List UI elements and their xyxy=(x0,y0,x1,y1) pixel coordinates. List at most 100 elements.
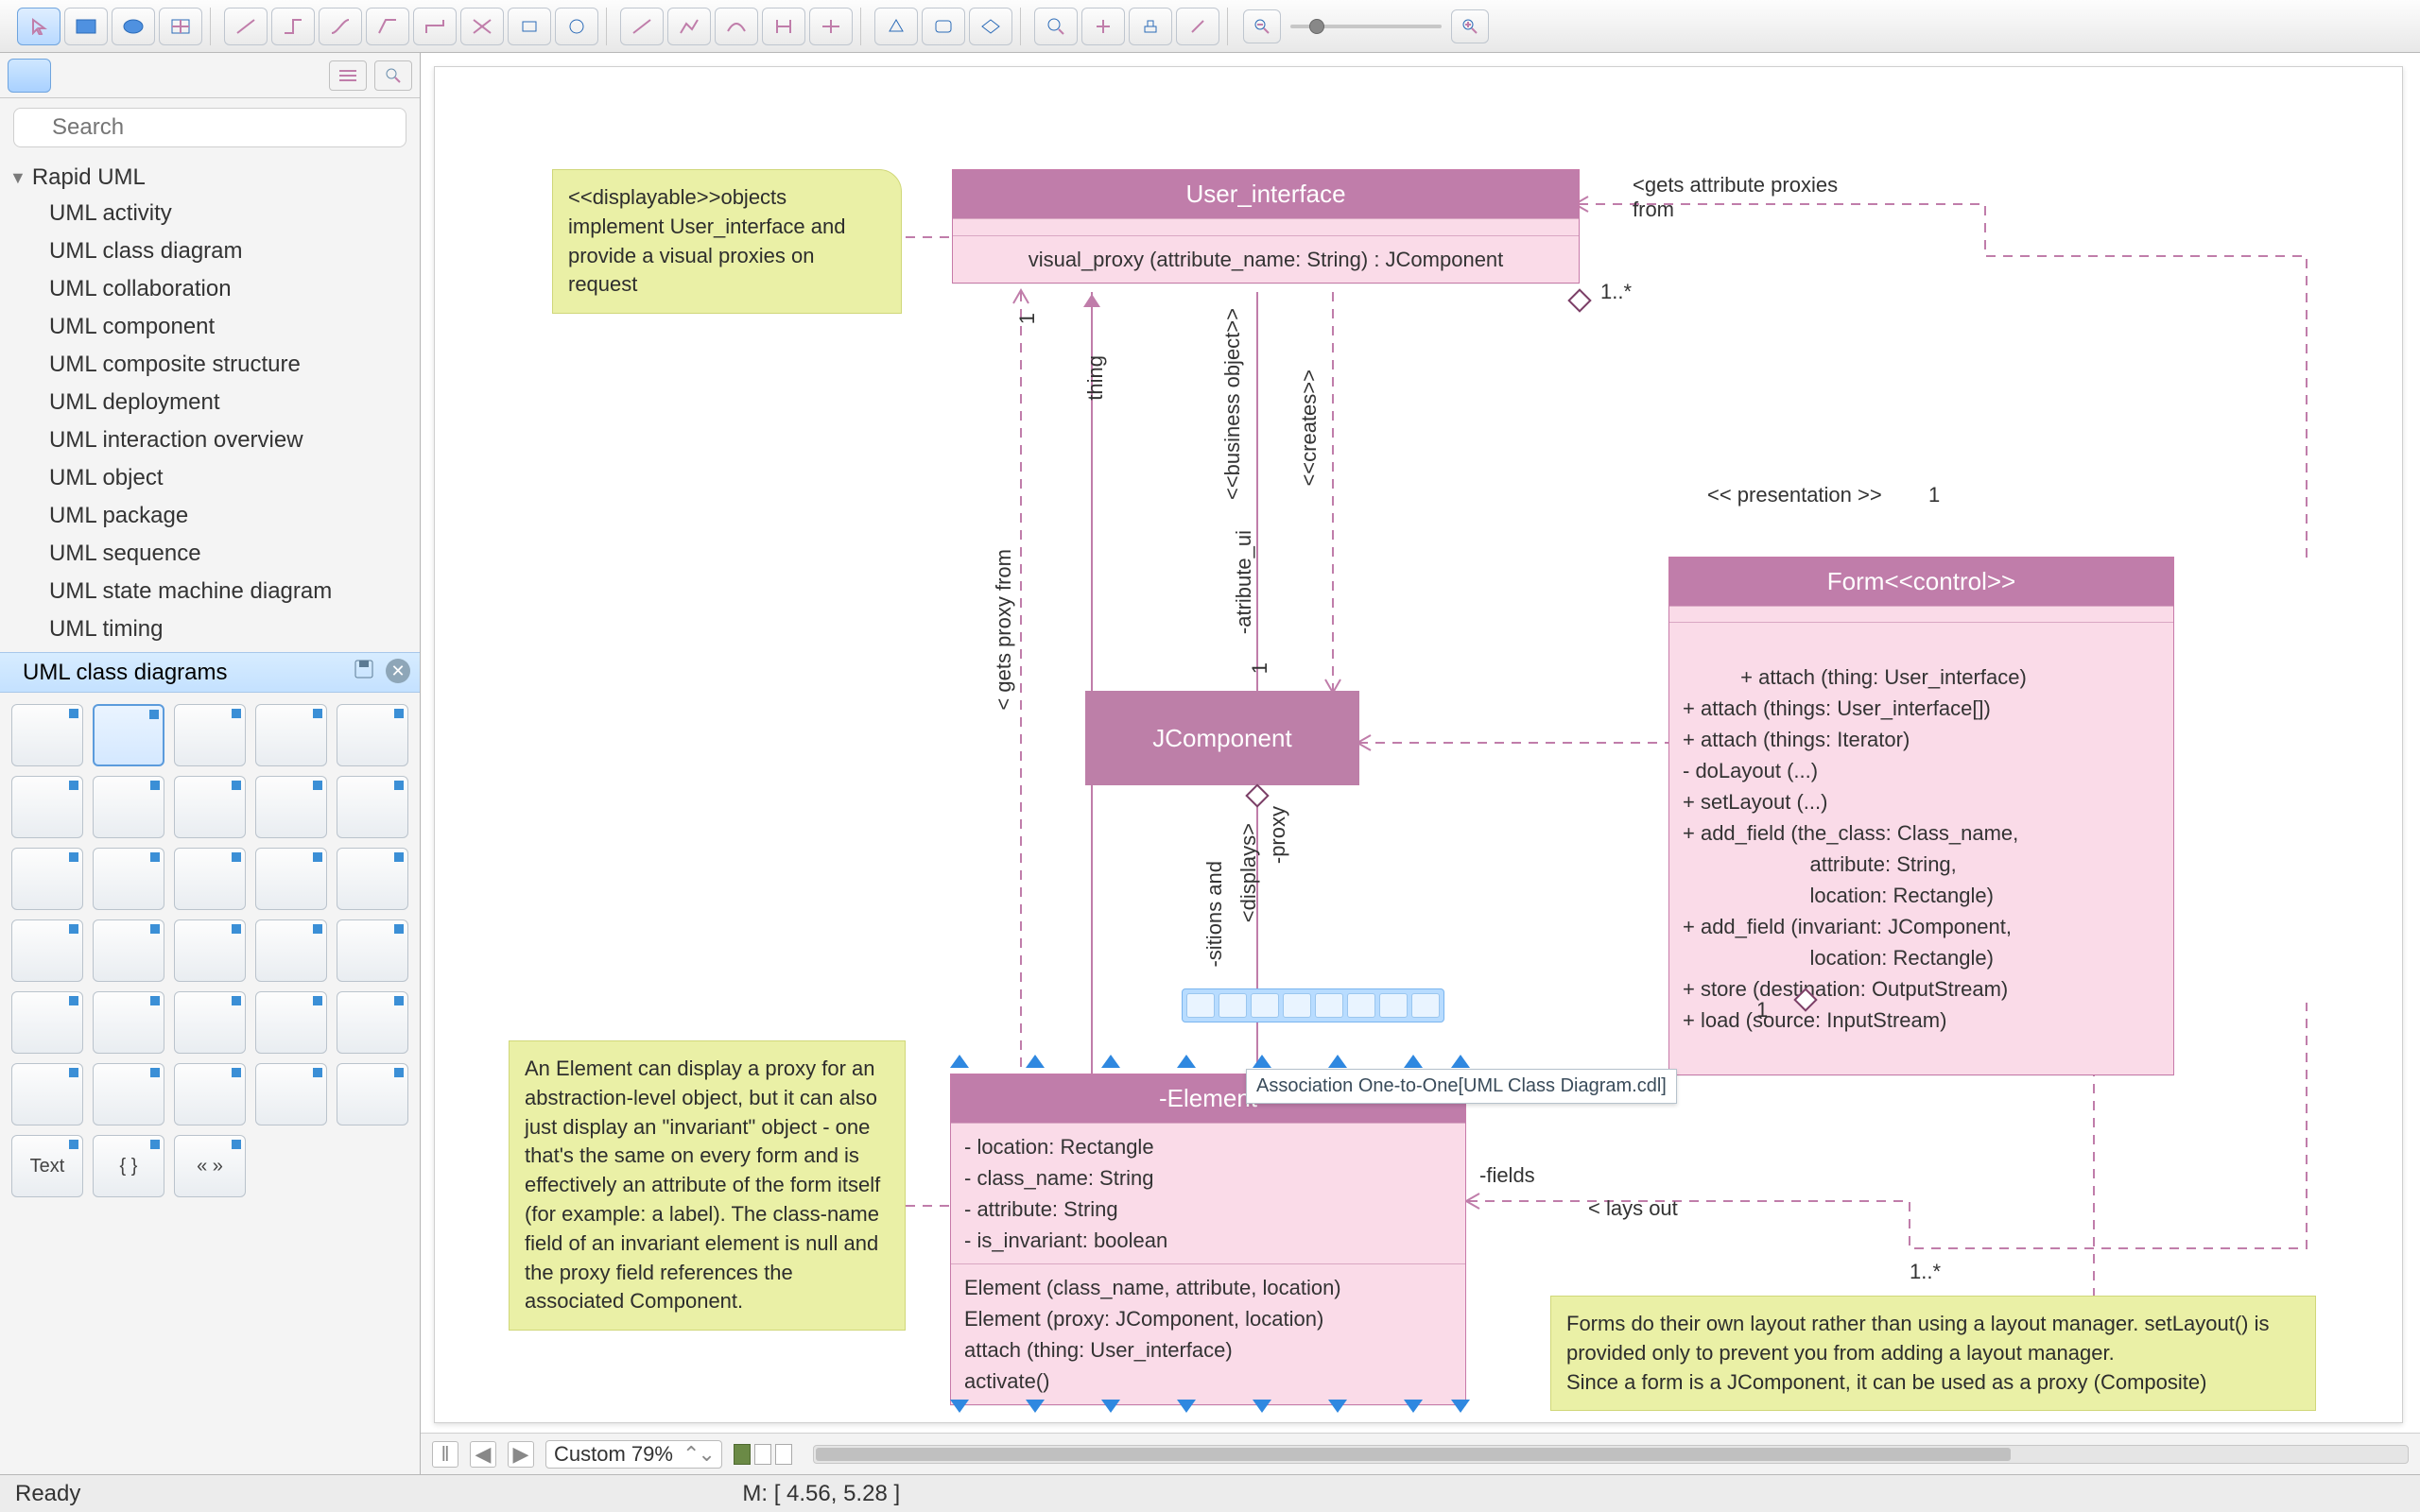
tree-item[interactable]: UML state machine diagram xyxy=(0,573,420,610)
table-tool[interactable] xyxy=(159,8,202,45)
connector-3[interactable] xyxy=(319,8,362,45)
stencil[interactable] xyxy=(11,1063,83,1125)
tree-item[interactable]: UML interaction overview xyxy=(0,421,420,459)
connector-8[interactable] xyxy=(555,8,598,45)
line-5[interactable] xyxy=(809,8,853,45)
stencil-guillemets[interactable]: « » xyxy=(174,1135,246,1197)
selection-handle[interactable] xyxy=(1328,1400,1347,1413)
tree-item[interactable]: UML component xyxy=(0,308,420,346)
line-2[interactable] xyxy=(667,8,711,45)
selection-handle[interactable] xyxy=(1026,1400,1045,1413)
selection-handle[interactable] xyxy=(950,1400,969,1413)
tree-item[interactable]: UML deployment xyxy=(0,384,420,421)
selection-handle[interactable] xyxy=(1253,1055,1271,1068)
pointer-tool[interactable] xyxy=(17,8,60,45)
tree-item[interactable]: UML timing xyxy=(0,610,420,648)
stencil[interactable] xyxy=(11,919,83,982)
class-form[interactable]: Form<<control>> + attach (thing: User_in… xyxy=(1668,557,2174,1075)
stencil[interactable] xyxy=(337,848,408,910)
zoom-in-tool[interactable] xyxy=(1034,8,1078,45)
diagram-canvas[interactable]: <<displayable>>objects implement User_in… xyxy=(434,66,2403,1423)
save-stencil-icon[interactable] xyxy=(354,659,374,686)
selection-handle[interactable] xyxy=(1451,1055,1470,1068)
list-view-button[interactable] xyxy=(329,60,367,91)
selection-handle[interactable] xyxy=(1177,1400,1196,1413)
connector-7[interactable] xyxy=(508,8,551,45)
connector-5[interactable] xyxy=(413,8,457,45)
selection-handle[interactable] xyxy=(1404,1400,1423,1413)
selection-handle[interactable] xyxy=(1101,1055,1120,1068)
shape-1[interactable] xyxy=(874,8,918,45)
relation-toolbar[interactable] xyxy=(1182,988,1444,1022)
tree-item[interactable]: UML class diagram xyxy=(0,232,420,270)
selection-handle[interactable] xyxy=(1404,1055,1423,1068)
horizontal-scrollbar[interactable] xyxy=(813,1445,2409,1464)
page-tab[interactable] xyxy=(775,1444,792,1465)
stencil[interactable] xyxy=(174,776,246,838)
rect-tool[interactable] xyxy=(64,8,108,45)
stamp-tool[interactable] xyxy=(1129,8,1172,45)
tree-item[interactable]: UML activity xyxy=(0,195,420,232)
stencil[interactable] xyxy=(11,776,83,838)
selection-handle[interactable] xyxy=(950,1055,969,1068)
stencil[interactable] xyxy=(337,704,408,766)
stencil-text[interactable]: Text xyxy=(11,1135,83,1197)
stencil[interactable] xyxy=(174,991,246,1054)
close-stencil-icon[interactable]: ✕ xyxy=(386,659,410,683)
stencil[interactable] xyxy=(174,704,246,766)
zoom-combo[interactable]: Custom 79% ⌃⌄ xyxy=(545,1440,722,1469)
stencil[interactable] xyxy=(174,919,246,982)
relation-type-button[interactable] xyxy=(1283,993,1311,1018)
tree-item[interactable]: UML collaboration xyxy=(0,270,420,308)
stencil[interactable] xyxy=(93,776,164,838)
stencil[interactable] xyxy=(255,991,327,1054)
stencil[interactable] xyxy=(11,848,83,910)
stencil[interactable] xyxy=(11,991,83,1054)
stencil[interactable] xyxy=(93,919,164,982)
relation-type-button[interactable] xyxy=(1251,993,1279,1018)
tree-item[interactable]: UML package xyxy=(0,497,420,535)
selection-handle[interactable] xyxy=(1253,1400,1271,1413)
relation-type-button[interactable] xyxy=(1379,993,1408,1018)
ellipse-tool[interactable] xyxy=(112,8,155,45)
class-element[interactable]: -Element - location: Rectangle - class_n… xyxy=(950,1074,1466,1405)
stencil[interactable] xyxy=(337,919,408,982)
relation-type-button[interactable] xyxy=(1186,993,1215,1018)
line-1[interactable] xyxy=(620,8,664,45)
stencil[interactable] xyxy=(255,776,327,838)
stencil[interactable] xyxy=(255,919,327,982)
zoom-out-button[interactable] xyxy=(1243,9,1281,43)
stencil[interactable] xyxy=(93,991,164,1054)
relation-type-button[interactable] xyxy=(1347,993,1375,1018)
prev-page-button[interactable]: ◀ xyxy=(470,1441,496,1468)
relation-type-button[interactable] xyxy=(1219,993,1247,1018)
tree-item[interactable]: UML sequence xyxy=(0,535,420,573)
selection-handle[interactable] xyxy=(1177,1055,1196,1068)
connector-6[interactable] xyxy=(460,8,504,45)
zoom-slider[interactable] xyxy=(1290,25,1442,28)
library-mode-button[interactable] xyxy=(8,59,51,93)
stencil[interactable] xyxy=(174,1063,246,1125)
stencil[interactable] xyxy=(93,848,164,910)
shape-3[interactable] xyxy=(969,8,1012,45)
zoom-in-button[interactable] xyxy=(1451,9,1489,43)
line-4[interactable] xyxy=(762,8,805,45)
page-tabs[interactable] xyxy=(734,1444,792,1465)
relation-type-button[interactable] xyxy=(1411,993,1440,1018)
note-form[interactable]: Forms do their own layout rather than us… xyxy=(1550,1296,2316,1411)
stencil[interactable] xyxy=(174,848,246,910)
class-jcomponent[interactable]: JComponent xyxy=(1085,691,1359,785)
stencil[interactable] xyxy=(337,776,408,838)
shape-2[interactable] xyxy=(922,8,965,45)
search-lib-button[interactable] xyxy=(374,60,412,91)
stencil[interactable] xyxy=(11,704,83,766)
stencil[interactable] xyxy=(255,704,327,766)
stencil[interactable] xyxy=(93,704,164,766)
page-tab[interactable] xyxy=(754,1444,771,1465)
note-element[interactable]: An Element can display a proxy for an ab… xyxy=(509,1040,906,1331)
relation-type-button[interactable] xyxy=(1315,993,1343,1018)
next-page-button[interactable]: ▶ xyxy=(508,1441,534,1468)
selection-handle[interactable] xyxy=(1101,1400,1120,1413)
brush-tool[interactable] xyxy=(1176,8,1219,45)
tree-item[interactable]: UML composite structure xyxy=(0,346,420,384)
